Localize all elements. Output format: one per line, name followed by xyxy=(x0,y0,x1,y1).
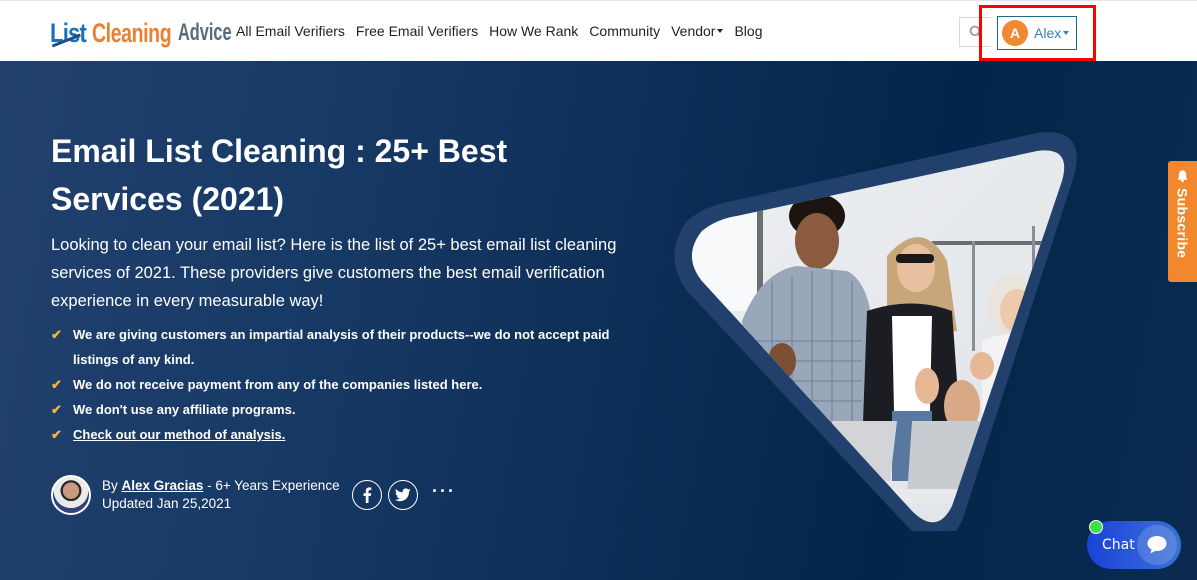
caret-down-icon xyxy=(717,29,724,34)
facebook-icon xyxy=(363,487,372,503)
page-title: Email List Cleaning : 25+ Best Services … xyxy=(51,133,508,217)
caret-down-icon xyxy=(1063,31,1070,35)
team-photo-triangle xyxy=(674,132,1077,543)
twitter-share-button[interactable] xyxy=(388,480,418,510)
checklist-text: We do not receive payment from any of th… xyxy=(73,377,483,392)
share-buttons: ··· xyxy=(352,480,456,510)
facebook-share-button[interactable] xyxy=(352,480,382,510)
author-text: By Alex Gracias - 6+ Years Experience Up… xyxy=(102,477,340,513)
check-icon: ✔ xyxy=(51,377,62,392)
nav-vendor-label: Vendor xyxy=(671,23,716,39)
search-icon xyxy=(969,25,982,39)
checklist-item: ✔ Check out our method of analysis. xyxy=(51,422,651,447)
nav-vendor-dropdown[interactable]: Vendor xyxy=(671,23,724,39)
updated-date: Updated Jan 25,2021 xyxy=(102,496,232,511)
site-logo[interactable]: List Cleaning Advice xyxy=(50,16,248,48)
check-icon: ✔ xyxy=(51,402,62,417)
chat-bubble-icon xyxy=(1147,536,1167,554)
method-of-analysis-link[interactable]: Check out our method of analysis. xyxy=(73,427,285,442)
nav-how-we-rank[interactable]: How We Rank xyxy=(489,23,578,39)
main-nav: All Email Verifiers Free Email Verifiers… xyxy=(236,23,774,39)
logo-cleaning: Cleaning xyxy=(92,18,172,48)
nav-free-email-verifiers[interactable]: Free Email Verifiers xyxy=(356,23,478,39)
logo-list: List xyxy=(50,18,87,48)
author-avatar[interactable] xyxy=(51,475,91,515)
search-button[interactable] xyxy=(959,17,991,47)
twitter-icon xyxy=(395,488,411,502)
more-share-options[interactable]: ··· xyxy=(432,481,456,502)
trust-checklist: ✔ We are giving customers an impartial an… xyxy=(51,322,651,447)
hero-image xyxy=(662,121,1082,543)
subscribe-tab[interactable]: Subscribe xyxy=(1168,161,1197,282)
nav-blog[interactable]: Blog xyxy=(734,23,762,39)
hero-description: Looking to clean your email list? Here i… xyxy=(51,236,617,310)
author-byline: By Alex Gracias - 6+ Years Experience Up… xyxy=(51,475,340,515)
checklist-text: We don't use any affiliate programs. xyxy=(73,402,296,417)
nav-all-email-verifiers[interactable]: All Email Verifiers xyxy=(236,23,345,39)
top-navbar: List Cleaning Advice All Email Verifiers… xyxy=(0,0,1197,61)
checklist-text: We are giving customers an impartial ana… xyxy=(73,327,610,367)
checklist-item: ✔ We are giving customers an impartial an… xyxy=(51,322,651,372)
checklist-item: ✔ We do not receive payment from any of t… xyxy=(51,372,651,397)
check-icon: ✔ xyxy=(51,427,62,442)
online-status-indicator xyxy=(1089,520,1103,534)
chat-widget-button[interactable]: Chat xyxy=(1087,520,1181,569)
subscribe-label: Subscribe xyxy=(1174,188,1191,259)
author-experience: - 6+ Years Experience xyxy=(207,478,340,493)
bell-icon xyxy=(1177,170,1188,183)
logo-advice: Advice xyxy=(178,19,232,46)
check-icon: ✔ xyxy=(51,327,62,342)
checklist-item: ✔ We don't use any affiliate programs. xyxy=(51,397,651,422)
user-avatar: A xyxy=(1002,20,1028,46)
nav-community[interactable]: Community xyxy=(589,23,660,39)
chat-label: Chat xyxy=(1102,537,1135,553)
user-name: Alex xyxy=(1034,25,1062,41)
author-name-link[interactable]: Alex Gracias xyxy=(122,478,204,493)
author-by: By xyxy=(102,478,118,493)
hero-section: Email List Cleaning : 25+ Best Services … xyxy=(0,61,1197,580)
author-line: By Alex Gracias - 6+ Years Experience xyxy=(102,477,340,495)
user-menu-button[interactable]: A Alex xyxy=(997,16,1077,50)
chat-bubble-container xyxy=(1137,525,1177,565)
